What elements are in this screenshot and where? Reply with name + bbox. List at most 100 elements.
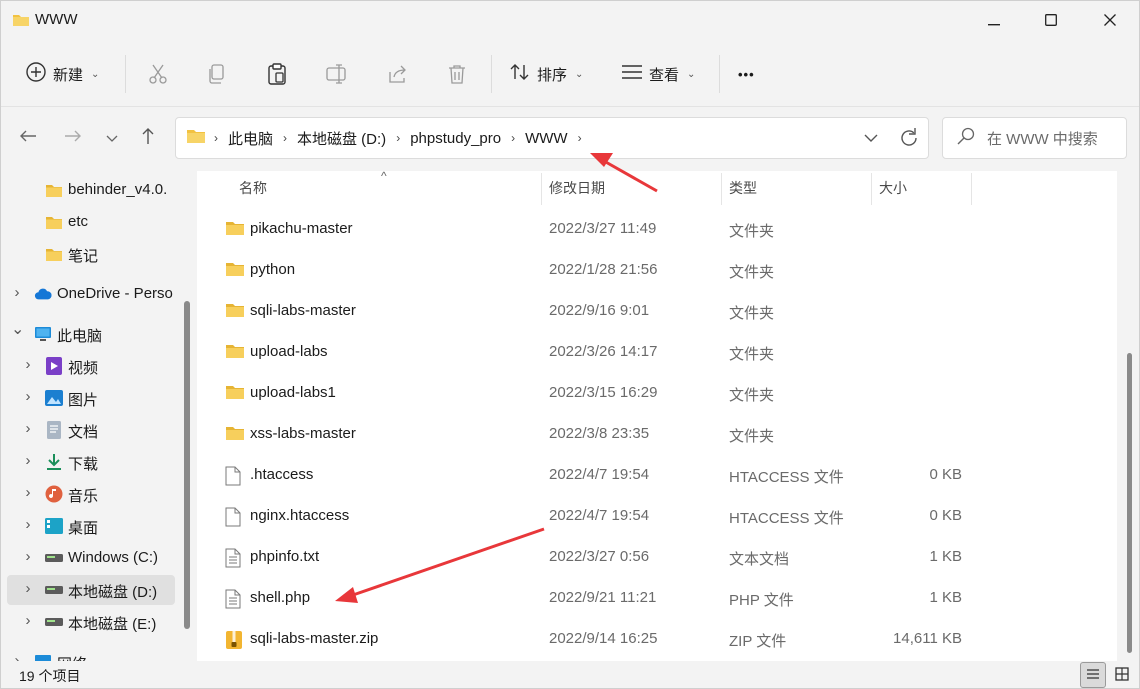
column-header-size[interactable]: 大小 <box>879 171 907 205</box>
sidebar-item-桌面[interactable]: › 桌面 <box>1 511 181 541</box>
column-header-date[interactable]: 修改日期 <box>549 171 605 205</box>
chevron-right-icon[interactable]: › <box>22 580 34 597</box>
chevron-right-icon[interactable]: › <box>22 420 34 437</box>
file-name: upload-labs <box>250 343 328 360</box>
file-row[interactable]: shell.php 2022/9/21 11:21 PHP 文件 1 KB <box>197 578 1117 619</box>
maximize-button[interactable] <box>1022 1 1080 41</box>
chevron-right-icon: › <box>283 131 288 145</box>
view-button[interactable]: 查看 ⌄ <box>621 57 695 91</box>
file-row[interactable]: phpinfo.txt 2022/3/27 0:56 文本文档 1 KB <box>197 537 1117 578</box>
rename-button[interactable] <box>320 57 354 91</box>
folder-icon <box>225 261 245 281</box>
share-button[interactable] <box>381 57 415 91</box>
file-row[interactable]: xss-labs-master 2022/3/8 23:35 文件夹 <box>197 414 1117 455</box>
chevron-down-icon[interactable]: ⌄ <box>11 319 24 339</box>
sidebar-item-本地磁盘-e[interactable]: › 本地磁盘 (E:) <box>1 607 181 637</box>
search-placeholder: 在 WWW 中搜索 <box>987 130 1098 148</box>
sidebar-item-图片[interactable]: › 图片 <box>1 383 181 413</box>
file-list-scrollbar[interactable] <box>1127 353 1132 653</box>
chevron-right-icon[interactable]: › <box>11 284 23 301</box>
column-divider[interactable] <box>541 173 542 205</box>
back-button[interactable] <box>13 123 43 153</box>
recent-locations-button[interactable] <box>97 123 127 153</box>
folder-icon <box>225 220 245 240</box>
chevron-right-icon[interactable]: › <box>22 388 34 405</box>
network-icon <box>34 653 52 661</box>
cut-icon <box>141 57 175 91</box>
file-size: 0 KB <box>929 507 962 524</box>
sidebar-item-windows-c[interactable]: › Windows (C:) <box>1 543 181 573</box>
breadcrumb-this-pc[interactable]: 此电脑 <box>220 128 281 149</box>
chevron-right-icon[interactable]: › <box>22 548 34 565</box>
more-icon: ••• <box>738 66 755 82</box>
file-row[interactable]: upload-labs 2022/3/26 14:17 文件夹 <box>197 332 1117 373</box>
new-button[interactable]: 新建 ⌄ <box>25 57 99 91</box>
file-date: 2022/3/27 11:49 <box>549 220 657 237</box>
more-button[interactable]: ••• <box>738 57 755 91</box>
history-dropdown-button[interactable] <box>864 126 878 154</box>
file-name: xss-labs-master <box>250 425 356 442</box>
search-box[interactable]: 在 WWW 中搜索 <box>942 117 1127 159</box>
file-size: 14,611 KB <box>893 630 962 647</box>
item-count: 19 个项目 <box>19 668 81 684</box>
minimize-button[interactable] <box>965 1 1023 41</box>
breadcrumb-drive-d[interactable]: 本地磁盘 (D:) <box>289 128 394 149</box>
chevron-right-icon[interactable]: › <box>22 612 34 629</box>
chevron-right-icon[interactable]: › <box>22 356 34 373</box>
up-button[interactable] <box>133 123 163 153</box>
paste-button[interactable] <box>260 57 294 91</box>
file-row[interactable]: pikachu-master 2022/3/27 11:49 文件夹 <box>197 209 1117 250</box>
sidebar-item-本地磁盘-d[interactable]: › 本地磁盘 (D:) <box>7 575 175 605</box>
tiles-view-button[interactable] <box>1109 662 1135 688</box>
delete-button[interactable] <box>440 57 474 91</box>
sidebar-scrollbar[interactable] <box>184 301 190 629</box>
sidebar-item-文档[interactable]: › 文档 <box>1 415 181 445</box>
file-row[interactable]: python 2022/1/28 21:56 文件夹 <box>197 250 1117 291</box>
file-row[interactable]: upload-labs1 2022/3/15 16:29 文件夹 <box>197 373 1117 414</box>
chevron-right-icon[interactable]: › <box>22 516 34 533</box>
sidebar-item-etc[interactable]: etc <box>1 207 181 237</box>
breadcrumb-phpstudy[interactable]: phpstudy_pro <box>402 130 509 147</box>
file-name: shell.php <box>250 589 311 606</box>
close-button[interactable] <box>1081 1 1139 41</box>
sidebar-item-behinder-v4-0[interactable]: behinder_v4.0. <box>1 175 181 205</box>
file-size: 0 KB <box>929 466 962 483</box>
drive-icon <box>45 549 63 567</box>
sidebar-item-label: 图片 <box>68 392 99 409</box>
details-view-button[interactable] <box>1080 662 1106 688</box>
column-header-name[interactable]: 名称 <box>239 171 267 205</box>
breadcrumb-www[interactable]: WWW <box>517 130 575 147</box>
forward-button[interactable] <box>58 123 88 153</box>
refresh-icon[interactable] <box>898 126 920 154</box>
sidebar-item-视频[interactable]: › 视频 <box>1 351 181 381</box>
address-bar[interactable]: › 此电脑 › 本地磁盘 (D:) › phpstudy_pro › WWW › <box>175 117 929 159</box>
file-type: 文件夹 <box>729 305 775 322</box>
copy-button[interactable] <box>200 57 234 91</box>
copy-icon <box>200 57 234 91</box>
column-divider[interactable] <box>871 173 872 205</box>
arrow-right-icon <box>64 129 82 147</box>
chevron-right-icon[interactable]: › <box>22 484 34 501</box>
chevron-right-icon[interactable]: › <box>11 652 23 661</box>
file-row[interactable]: nginx.htaccess 2022/4/7 19:54 HTACCESS 文件 0… <box>197 496 1117 537</box>
sidebar-item-网络[interactable]: › 网络 <box>1 647 181 661</box>
sidebar-item-此电脑[interactable]: ⌄ 此电脑 <box>1 319 181 349</box>
column-divider[interactable] <box>721 173 722 205</box>
file-date: 2022/3/8 23:35 <box>549 425 650 442</box>
sidebar-item-onedrive-perso[interactable]: › OneDrive - Perso <box>1 279 181 309</box>
column-header-type[interactable]: 类型 <box>729 171 757 205</box>
file-row[interactable]: .htaccess 2022/4/7 19:54 HTACCESS 文件 0 KB <box>197 455 1117 496</box>
chevron-right-icon[interactable]: › <box>22 452 34 469</box>
column-divider[interactable] <box>971 173 972 205</box>
sort-button[interactable]: 排序 ⌄ <box>509 57 583 91</box>
delete-icon <box>440 57 474 91</box>
file-row[interactable]: sqli-labs-master.zip 2022/9/14 16:25 ZIP 文… <box>197 619 1117 660</box>
cut-button[interactable] <box>141 57 175 91</box>
sidebar-item-label: 网络 <box>57 653 87 661</box>
address-actions <box>864 126 920 154</box>
file-type: 文件夹 <box>729 223 775 240</box>
sidebar-item-音乐[interactable]: › 音乐 <box>1 479 181 509</box>
sidebar-item-下载[interactable]: › 下载 <box>1 447 181 477</box>
file-row[interactable]: sqli-labs-master 2022/9/16 9:01 文件夹 <box>197 291 1117 332</box>
sidebar-item-笔记[interactable]: 笔记 <box>1 239 181 269</box>
